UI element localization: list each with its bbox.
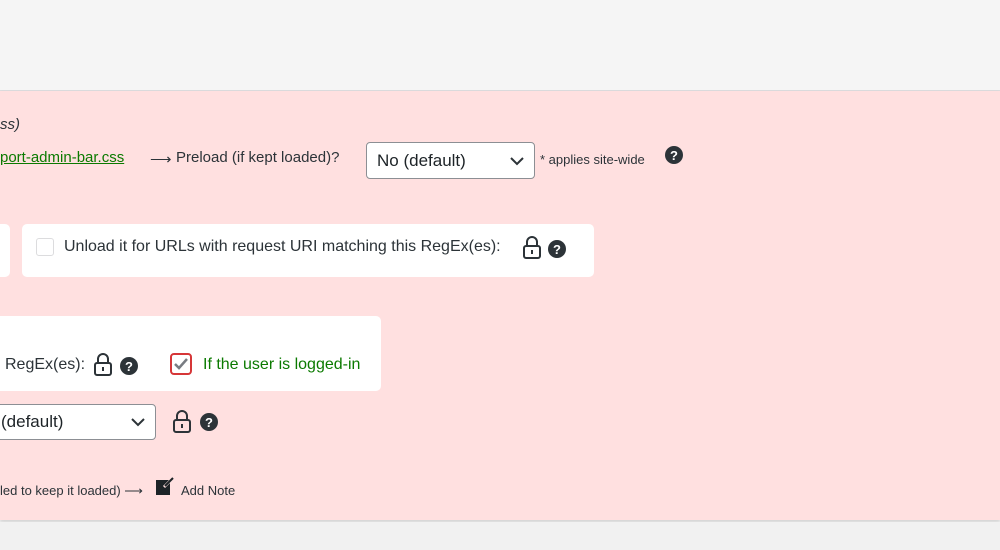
chevron-down-icon	[510, 156, 524, 165]
add-note-link[interactable]: Add Note	[181, 483, 235, 498]
unload-option-box-left	[0, 224, 10, 277]
logged-in-label: If the user is logged-in	[203, 356, 361, 373]
note-row-text: led to keep it loaded) ⟶	[0, 483, 143, 498]
load-exceptions-box: RegEx(es): ? If the user is logged-in	[0, 316, 381, 391]
help-icon[interactable]: ?	[120, 357, 138, 375]
preload-select[interactable]: No (default)	[366, 142, 535, 179]
logged-in-checkbox[interactable]	[170, 353, 192, 375]
checkmark-icon	[174, 358, 188, 370]
preload-label: Preload (if kept loaded)?	[176, 149, 340, 166]
asset-file-link[interactable]: port-admin-bar.css	[0, 149, 124, 166]
arrow-separator: ⟶	[150, 151, 172, 168]
help-icon[interactable]: ?	[200, 413, 218, 431]
lock-icon	[523, 236, 541, 259]
unload-regex-label: Unload it for URLs with request URI matc…	[64, 238, 501, 255]
chevron-down-icon	[131, 418, 145, 427]
load-setting-select-value: (default)	[1, 412, 64, 431]
applies-sitewide-note: * applies site-wide	[540, 152, 645, 167]
top-bar	[0, 0, 1000, 91]
asset-row-panel: ss) port-admin-bar.css ⟶ Preload (if kep…	[0, 91, 1000, 520]
help-icon[interactable]: ?	[665, 146, 683, 164]
unload-regex-box: Unload it for URLs with request URI matc…	[22, 224, 594, 277]
load-setting-select[interactable]: (default)	[0, 404, 156, 440]
edit-note-icon[interactable]	[155, 476, 175, 496]
unload-regex-checkbox[interactable]	[36, 238, 54, 256]
help-icon[interactable]: ?	[548, 240, 566, 258]
bottom-area	[0, 522, 1000, 550]
load-regex-label: RegEx(es):	[5, 356, 86, 373]
lock-icon	[94, 353, 112, 376]
asset-type-text: ss)	[0, 116, 20, 133]
lock-icon	[173, 410, 191, 433]
preload-select-value: No (default)	[377, 150, 466, 170]
